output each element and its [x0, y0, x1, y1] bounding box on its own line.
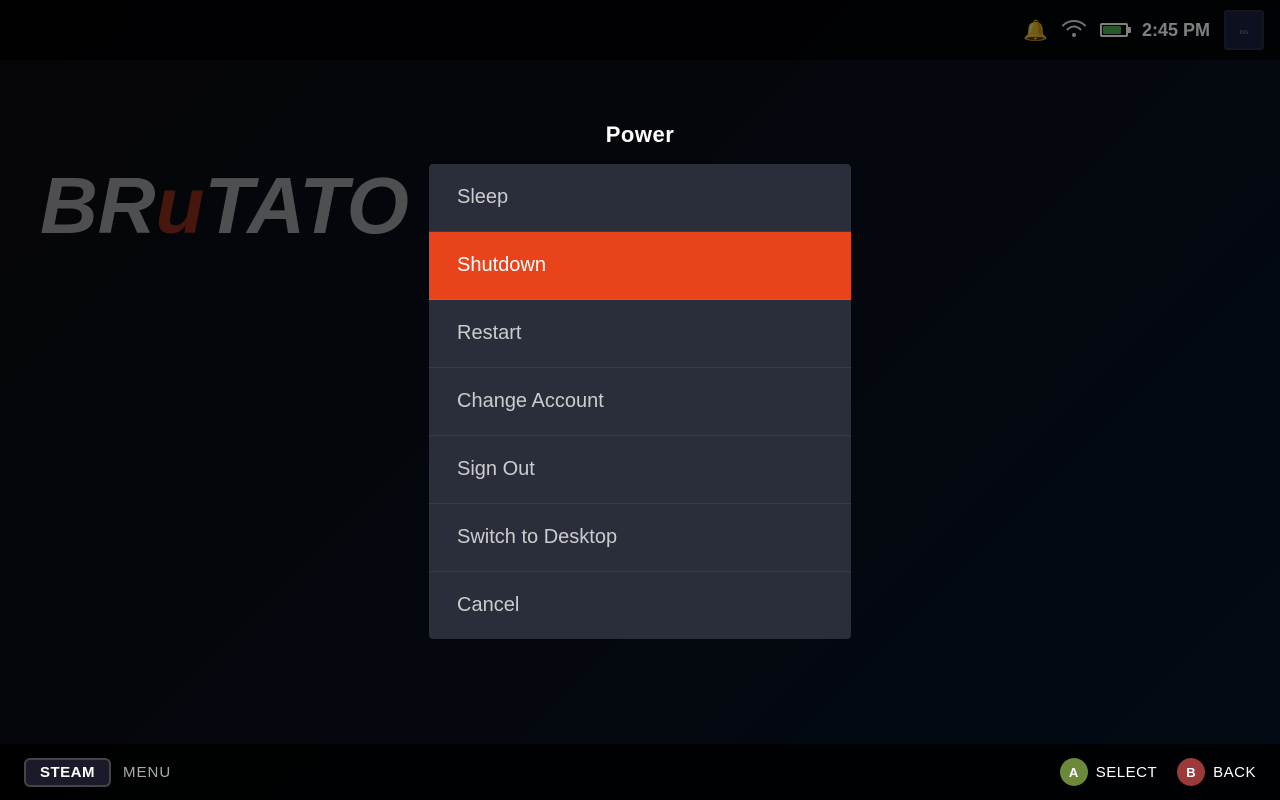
power-menu: Sleep Shutdown Restart Change Account Si… — [429, 164, 851, 639]
menu-item-change-account[interactable]: Change Account — [429, 368, 851, 436]
back-label: BACK — [1213, 764, 1256, 781]
b-badge: B — [1177, 758, 1205, 786]
menu-item-sign-out[interactable]: Sign Out — [429, 436, 851, 504]
back-control: B BACK — [1177, 758, 1256, 786]
a-badge: A — [1060, 758, 1088, 786]
menu-item-cancel[interactable]: Cancel — [429, 572, 851, 639]
bottombar: STEAM MENU A SELECT B BACK — [0, 744, 1280, 800]
menu-item-sleep[interactable]: Sleep — [429, 164, 851, 232]
menu-label: MENU — [123, 764, 171, 781]
power-overlay: Power Sleep Shutdown Restart Change Acco… — [0, 0, 1280, 800]
bottom-right: A SELECT B BACK — [1060, 758, 1256, 786]
menu-item-switch-to-desktop[interactable]: Switch to Desktop — [429, 504, 851, 572]
select-control: A SELECT — [1060, 758, 1157, 786]
select-label: SELECT — [1096, 764, 1157, 781]
menu-item-restart[interactable]: Restart — [429, 300, 851, 368]
steam-badge[interactable]: STEAM — [24, 758, 111, 787]
menu-item-shutdown[interactable]: Shutdown — [429, 232, 851, 300]
power-title: Power — [606, 122, 675, 148]
bottom-left: STEAM MENU — [24, 758, 171, 787]
